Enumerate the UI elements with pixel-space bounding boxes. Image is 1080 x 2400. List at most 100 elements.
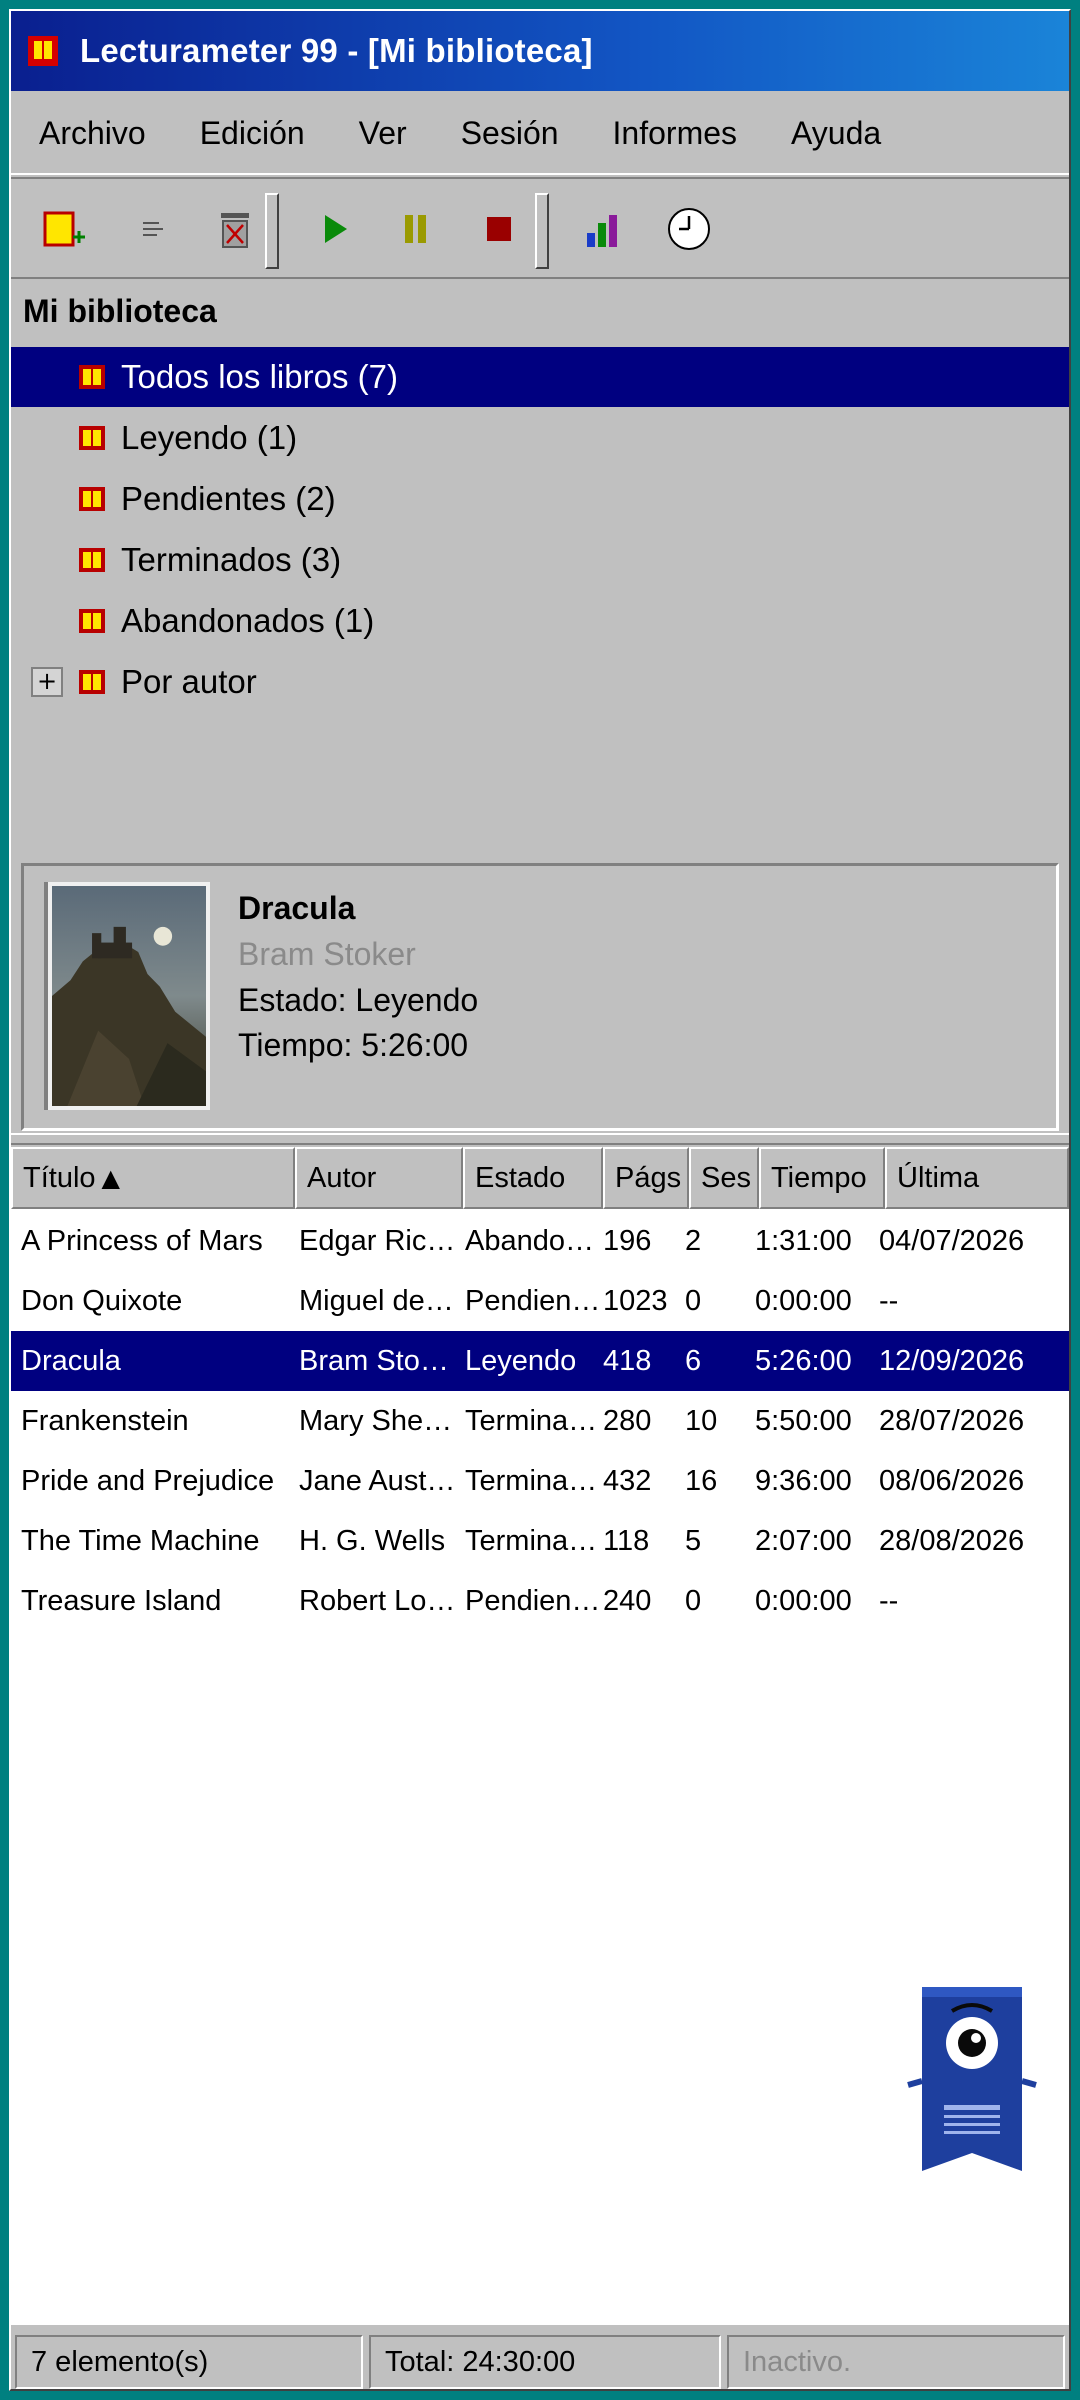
toolbar — [11, 177, 1069, 279]
title-bar[interactable]: Lecturameter 99 - [Mi biblioteca] — [11, 11, 1069, 91]
cell-status: Pendien… — [465, 1585, 601, 1617]
app-window: Lecturameter 99 - [Mi biblioteca] Archiv… — [9, 9, 1071, 2391]
cell-pages: 280 — [603, 1405, 652, 1437]
cell-status: Termina… — [465, 1405, 598, 1437]
delete-button[interactable] — [211, 205, 259, 253]
stop-icon — [487, 217, 511, 241]
cell-pages: 432 — [603, 1465, 652, 1497]
book-icon — [79, 487, 105, 511]
table-row[interactable]: A Princess of Mars Edgar Ric… Abando… 196 2 1… — [11, 1211, 1069, 1271]
cell-title: Pride and Prejudice — [21, 1465, 275, 1497]
properties-button[interactable] — [129, 205, 177, 253]
new-book-button[interactable] — [39, 205, 87, 253]
menu-archivo[interactable]: Archivo — [39, 115, 146, 152]
menu-bar: Archivo Edición Ver Sesión Informes Ayud… — [11, 93, 1069, 175]
cell-sessions: 0 — [685, 1585, 702, 1617]
preview-time: Tiempo: 5:26:00 — [238, 1027, 469, 1063]
column-header-sessions[interactable]: Ses — [689, 1147, 759, 1209]
cell-author: Jane Aust… — [299, 1465, 456, 1497]
cell-time: 0:00:00 — [755, 1585, 852, 1617]
cell-pages: 240 — [603, 1585, 652, 1617]
cell-last: 28/08/2026 — [879, 1525, 1025, 1557]
start-session-button[interactable] — [309, 205, 357, 253]
app-book-icon[interactable] — [28, 36, 58, 66]
cell-author: Mary Shell… — [299, 1405, 457, 1437]
panel-splitter[interactable] — [11, 1133, 1069, 1145]
preview-status: Estado: Leyendo — [238, 982, 479, 1018]
cell-last: -- — [879, 1585, 899, 1617]
tree-item-all-books[interactable]: Todos los libros (7) — [11, 347, 1069, 407]
cell-pages: 196 — [603, 1225, 652, 1257]
book-icon — [79, 609, 105, 633]
tree-item-label: Pendientes (2) — [121, 480, 336, 517]
trash-icon — [221, 213, 249, 248]
reports-button[interactable] — [579, 205, 627, 253]
cell-sessions: 10 — [685, 1405, 718, 1437]
menu-informes[interactable]: Informes — [613, 115, 737, 152]
column-header-label: Estado — [475, 1161, 566, 1194]
cell-title: Don Quixote — [21, 1285, 183, 1317]
table-row[interactable]: Treasure Island Robert Lo… Pendien… 240 0 0:0… — [11, 1571, 1069, 1631]
library-tree-panel: Mi biblioteca Todos los libros (7) Leyen… — [11, 281, 1069, 1131]
table-row[interactable]: The Time Machine H. G. Wells Termina… 118 5 2… — [11, 1511, 1069, 1571]
tree-item-label: Abandonados (1) — [121, 602, 375, 639]
history-button[interactable] — [665, 205, 713, 253]
book-icon — [79, 670, 105, 694]
cell-time: 0:00:00 — [755, 1285, 852, 1317]
window-title: Lecturameter 99 - [Mi biblioteca] — [80, 32, 593, 69]
menu-ver[interactable]: Ver — [359, 115, 407, 152]
new-book-icon — [43, 211, 85, 247]
table-row[interactable]: Dracula Bram Stok… Leyendo 418 6 5:26:00 12/09… — [11, 1331, 1069, 1391]
menu-sesion[interactable]: Sesión — [461, 115, 559, 152]
column-header-status[interactable]: Estado — [463, 1147, 603, 1209]
cell-author: H. G. Wells — [299, 1525, 446, 1557]
tree-item-finished[interactable]: Terminados (3) — [11, 530, 1069, 590]
stop-session-button[interactable] — [475, 205, 523, 253]
cell-last: 04/07/2026 — [879, 1225, 1025, 1257]
pause-icon — [405, 215, 426, 243]
tree-item-by-author[interactable]: + Por autor — [11, 652, 1069, 712]
column-header-label: Autor — [307, 1161, 377, 1194]
tree-item-pending[interactable]: Pendientes (2) — [11, 469, 1069, 529]
column-header-last[interactable]: Última — [885, 1147, 1069, 1209]
list-header: Título ▲ Autor Estado Págs Ses Tiempo Úl… — [11, 1147, 1069, 1209]
menu-ayuda[interactable]: Ayuda — [791, 115, 881, 152]
cell-title: The Time Machine — [21, 1525, 260, 1557]
column-header-label: Ses — [701, 1161, 751, 1194]
column-header-author[interactable]: Autor — [295, 1147, 463, 1209]
table-row[interactable]: Pride and Prejudice Jane Aust… Termina… 432… — [11, 1451, 1069, 1511]
column-header-label: Tiempo — [771, 1161, 867, 1194]
cell-time: 5:26:00 — [755, 1345, 852, 1377]
cell-time: 9:36:00 — [755, 1465, 852, 1497]
pause-session-button[interactable] — [391, 205, 439, 253]
menu-edicion[interactable]: Edición — [200, 115, 305, 152]
table-row[interactable]: Don Quixote Miguel de … Pendien… 1023 0 0:00:… — [11, 1271, 1069, 1331]
toolbar-separator — [265, 193, 279, 269]
tree-item-abandoned[interactable]: Abandonados (1) — [11, 591, 1069, 651]
clock-icon — [668, 208, 710, 250]
cell-time: 2:07:00 — [755, 1525, 852, 1557]
cell-status: Termina… — [465, 1525, 598, 1557]
book-icon — [79, 548, 105, 572]
cell-time: 5:50:00 — [755, 1405, 852, 1437]
cell-title: Frankenstein — [21, 1405, 189, 1437]
book-preview: Dracula Bram Stoker Estado: Leyendo Tiem… — [21, 863, 1059, 1131]
cell-time: 1:31:00 — [755, 1225, 852, 1257]
column-header-pages[interactable]: Págs — [603, 1147, 689, 1209]
tree-item-reading[interactable]: Leyendo (1) — [11, 408, 1069, 468]
column-header-time[interactable]: Tiempo — [759, 1147, 885, 1209]
cell-pages: 118 — [603, 1525, 650, 1557]
expand-toggle[interactable]: + — [31, 667, 63, 697]
cell-sessions: 2 — [685, 1225, 702, 1257]
toolbar-separator — [535, 193, 549, 269]
tree-item-label: Por autor — [121, 663, 257, 700]
cell-author: Edgar Ric… — [299, 1225, 456, 1257]
column-header-title[interactable]: Título ▲ — [11, 1147, 295, 1209]
cell-last: 12/09/2026 — [879, 1345, 1025, 1377]
cell-sessions: 5 — [685, 1525, 702, 1557]
lines-icon — [143, 222, 163, 236]
cell-last: -- — [879, 1285, 899, 1317]
column-header-label: Título — [23, 1161, 96, 1194]
table-row[interactable]: Frankenstein Mary Shell… Termina… 280 10 5:50… — [11, 1391, 1069, 1451]
castle-cover-art — [52, 886, 206, 1106]
